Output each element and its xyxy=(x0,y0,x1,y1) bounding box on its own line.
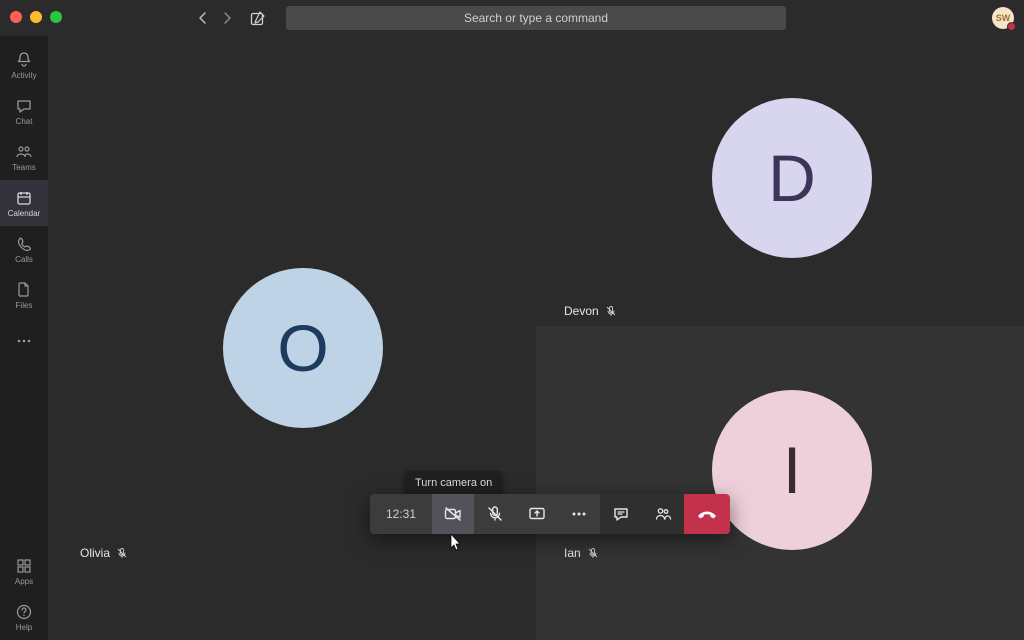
rail-calls[interactable]: Calls xyxy=(0,226,48,272)
compose-button[interactable] xyxy=(250,10,266,26)
rail-apps-label: Apps xyxy=(15,577,33,586)
mouse-cursor-icon xyxy=(447,533,463,558)
mic-off-icon xyxy=(485,504,505,524)
teams-icon xyxy=(15,143,33,161)
rail-files-label: Files xyxy=(16,301,33,310)
help-icon xyxy=(15,603,33,621)
calendar-icon xyxy=(15,189,33,207)
mic-off-icon xyxy=(587,547,599,559)
chat-icon xyxy=(611,504,631,524)
avatar-olivia-initial: O xyxy=(277,310,328,386)
name-tag-ian: Ian xyxy=(564,546,599,560)
more-icon xyxy=(15,332,33,350)
avatar-olivia: O xyxy=(223,268,383,428)
search-input[interactable]: Search or type a command xyxy=(286,6,786,30)
nav-arrows xyxy=(198,11,232,25)
close-window-button[interactable] xyxy=(10,11,22,23)
file-icon xyxy=(15,281,33,299)
chat-icon xyxy=(15,97,33,115)
meeting-timer: 12:31 xyxy=(370,494,432,534)
rail-teams-label: Teams xyxy=(12,163,36,172)
camera-toggle-button[interactable] xyxy=(432,494,474,534)
hang-up-button[interactable] xyxy=(684,494,730,534)
meeting-timer-value: 12:31 xyxy=(386,507,416,521)
rail-calls-label: Calls xyxy=(15,255,33,264)
rail-help[interactable]: Help xyxy=(0,594,48,640)
rail-calendar-label: Calendar xyxy=(8,209,40,218)
more-actions-button[interactable] xyxy=(558,494,600,534)
share-screen-icon xyxy=(527,504,547,524)
rail-files[interactable]: Files xyxy=(0,272,48,318)
mic-toggle-button[interactable] xyxy=(474,494,516,534)
rail-chat-label: Chat xyxy=(16,117,33,126)
rail-teams[interactable]: Teams xyxy=(0,134,48,180)
back-button[interactable] xyxy=(198,11,208,25)
meeting-stage: O D I Olivia Devon Ian Turn camera on 12… xyxy=(48,36,1024,640)
avatar-ian-initial: I xyxy=(783,432,801,508)
apps-icon xyxy=(15,557,33,575)
hang-up-icon xyxy=(695,504,719,524)
mic-off-icon xyxy=(605,305,617,317)
user-initials: SW xyxy=(996,13,1011,23)
share-screen-button[interactable] xyxy=(516,494,558,534)
show-conversation-button[interactable] xyxy=(600,494,642,534)
minimize-window-button[interactable] xyxy=(30,11,42,23)
show-participants-button[interactable] xyxy=(642,494,684,534)
avatar-ian: I xyxy=(712,390,872,550)
more-icon xyxy=(569,504,589,524)
rail-activity[interactable]: Activity xyxy=(0,42,48,88)
people-icon xyxy=(653,504,673,524)
rail-apps[interactable]: Apps xyxy=(0,548,48,594)
bell-icon xyxy=(15,51,33,69)
phone-icon xyxy=(15,235,33,253)
topbar: Search or type a command SW xyxy=(48,0,1024,36)
camera-off-icon xyxy=(443,504,463,524)
app-rail: Activity Chat Teams Calendar Calls Files… xyxy=(0,36,48,640)
rail-chat[interactable]: Chat xyxy=(0,88,48,134)
participant-name: Devon xyxy=(564,304,599,318)
rail-calendar[interactable]: Calendar xyxy=(0,180,48,226)
tooltip-text: Turn camera on xyxy=(415,477,492,489)
participant-name: Ian xyxy=(564,546,581,560)
avatar-devon-initial: D xyxy=(768,140,816,216)
forward-button[interactable] xyxy=(222,11,232,25)
name-tag-devon: Devon xyxy=(564,304,617,318)
rail-help-label: Help xyxy=(16,623,32,632)
tooltip-camera: Turn camera on xyxy=(405,471,502,495)
name-tag-olivia: Olivia xyxy=(80,546,128,560)
search-placeholder: Search or type a command xyxy=(464,11,608,25)
rail-activity-label: Activity xyxy=(11,71,36,80)
rail-more[interactable] xyxy=(0,318,48,364)
avatar-devon: D xyxy=(712,98,872,258)
participant-name: Olivia xyxy=(80,546,110,560)
mic-off-icon xyxy=(116,547,128,559)
presence-busy-icon xyxy=(1007,22,1016,31)
meeting-control-bar: 12:31 xyxy=(370,494,730,534)
